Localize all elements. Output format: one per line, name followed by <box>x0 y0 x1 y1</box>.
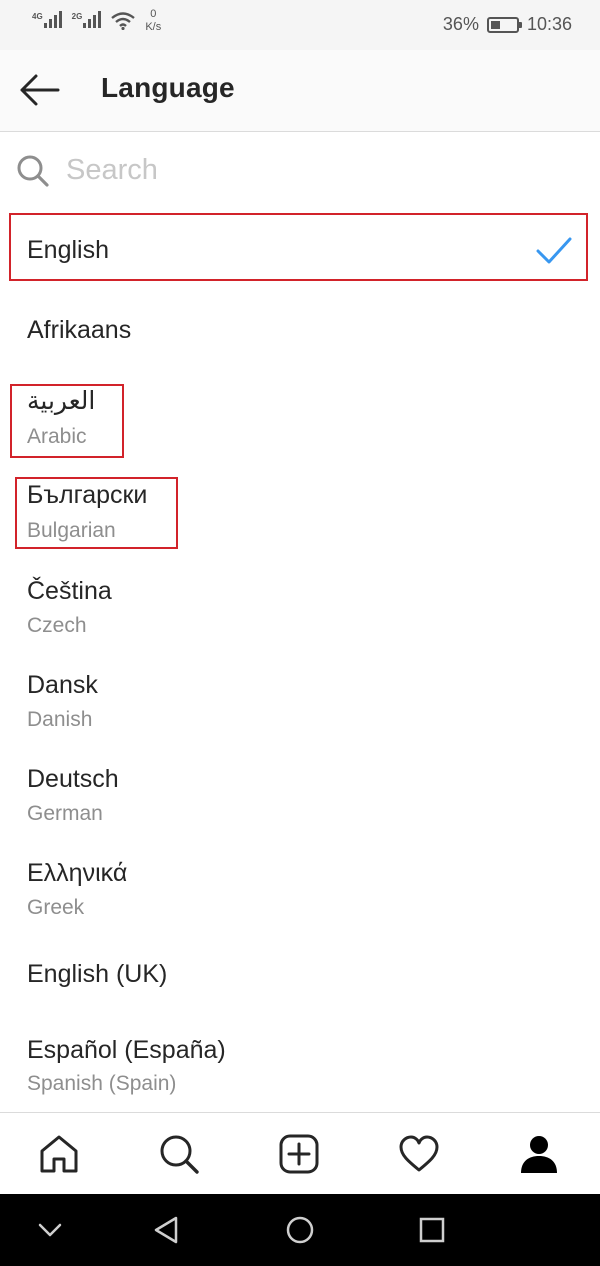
arrow-left-icon[interactable] <box>18 72 62 108</box>
battery-fill <box>490 20 500 29</box>
profile-icon <box>521 1136 557 1173</box>
page-title: Language <box>101 72 235 103</box>
cellular-signal-1: 4G <box>32 10 62 28</box>
nav-profile-button[interactable] <box>518 1133 560 1175</box>
home-circle-icon[interactable] <box>284 1214 316 1246</box>
highlight-box-english <box>9 213 588 281</box>
top-app-bar: Language <box>0 50 600 132</box>
nav-search-button[interactable] <box>158 1133 200 1175</box>
search-bar <box>0 132 600 210</box>
speed-value: 0 <box>150 8 157 20</box>
language-name: English (UK) <box>27 960 168 988</box>
language-name: Deutsch <box>27 765 119 793</box>
language-name: Dansk <box>27 671 98 699</box>
heart-icon <box>399 1135 439 1172</box>
nav-activity-button[interactable] <box>398 1133 440 1175</box>
speed-unit: K/s <box>145 21 162 33</box>
language-item-danish[interactable]: Dansk Danish <box>0 662 600 756</box>
language-item-spanish-spain[interactable]: Español (España) Spanish (Spain) <box>0 1036 600 1112</box>
language-item-german[interactable]: Deutsch German <box>0 756 600 850</box>
battery-percentage: 36% <box>442 14 479 34</box>
language-subtitle: Spanish (Spain) <box>27 1072 177 1095</box>
language-name: Ελληνικά <box>27 859 128 887</box>
language-name: Afrikaans <box>27 316 132 344</box>
language-item-greek[interactable]: Ελληνικά Greek <box>0 850 600 944</box>
add-post-icon <box>279 1134 319 1174</box>
recents-square-icon[interactable] <box>416 1214 448 1246</box>
network-speed: 0 K/s <box>145 8 161 34</box>
highlight-box-bulgarian <box>15 477 178 549</box>
battery-icon <box>486 16 522 33</box>
language-subtitle: German <box>27 802 103 825</box>
home-icon <box>40 1135 78 1173</box>
nav-home-button[interactable] <box>38 1133 80 1175</box>
language-name: Español (España) <box>27 1036 226 1064</box>
signal-bars-icon <box>83 10 102 28</box>
language-name: Čeština <box>27 577 112 605</box>
bottom-navigation <box>0 1112 600 1194</box>
language-item-afrikaans[interactable]: Afrikaans <box>0 290 600 370</box>
status-bar: 4G 2G 0 K/s 36% 10:36 <box>0 0 600 50</box>
language-item-english-uk[interactable]: English (UK) <box>0 944 600 1036</box>
search-icon <box>17 155 49 187</box>
system-navigation-bar <box>0 1194 600 1266</box>
signal-bars-icon <box>43 10 62 28</box>
network-type-label: 2G <box>71 12 83 21</box>
network-type-label: 4G <box>32 12 43 21</box>
cellular-signal-2: 2G <box>72 10 102 28</box>
collapse-chevron-icon[interactable] <box>34 1214 66 1246</box>
back-triangle-icon[interactable] <box>150 1214 182 1246</box>
search-input[interactable] <box>66 150 566 190</box>
clock: 10:36 <box>526 14 572 34</box>
nav-new-post-button[interactable] <box>278 1133 320 1175</box>
search-icon <box>160 1135 199 1174</box>
language-subtitle: Greek <box>27 896 85 919</box>
language-subtitle: Czech <box>27 614 87 637</box>
language-item-czech[interactable]: Čeština Czech <box>0 568 600 662</box>
wifi-icon <box>111 12 136 30</box>
language-subtitle: Danish <box>27 708 93 731</box>
highlight-box-arabic <box>10 384 124 458</box>
